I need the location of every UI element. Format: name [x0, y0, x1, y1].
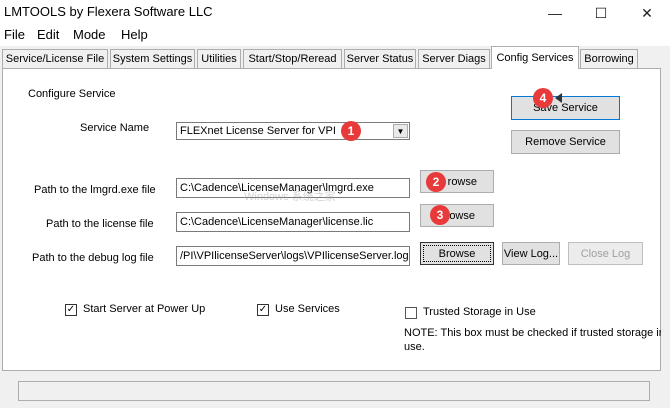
save-service-button[interactable]: Save Service: [511, 96, 620, 120]
start-at-powerup-checkbox[interactable]: ✓: [65, 304, 77, 316]
menu-file[interactable]: File: [4, 27, 25, 42]
lmgrd-path-label: Path to the lmgrd.exe file: [34, 184, 156, 196]
annotation-badge-3: 3: [430, 205, 450, 225]
annotation-badge-2: 2: [426, 172, 446, 192]
menu-help[interactable]: Help: [121, 27, 148, 42]
watermark-text: Windows 系统之家: [244, 191, 336, 203]
note-text-line2: use.: [404, 341, 425, 353]
close-log-button[interactable]: Close Log: [568, 242, 643, 265]
tab-server-status[interactable]: Server Status: [344, 49, 416, 68]
license-path-field[interactable]: C:\Cadence\LicenseManager\license.lic: [176, 212, 410, 232]
tab-config-services[interactable]: Config Services: [491, 46, 579, 69]
close-icon[interactable]: ✕: [624, 0, 670, 26]
tab-server-diags[interactable]: Server Diags: [418, 49, 490, 68]
license-path-label: Path to the license file: [46, 218, 154, 230]
chevron-down-icon[interactable]: ▼: [393, 124, 408, 138]
annotation-badge-4: 4: [533, 88, 553, 108]
use-services-checkbox[interactable]: ✓: [257, 304, 269, 316]
trusted-storage-label: Trusted Storage in Use: [423, 306, 536, 318]
trusted-storage-checkbox[interactable]: [405, 307, 417, 319]
tab-borrowing[interactable]: Borrowing: [580, 49, 638, 68]
start-at-powerup-label: Start Server at Power Up: [83, 303, 206, 315]
tab-system-settings[interactable]: System Settings: [110, 49, 195, 68]
service-name-combobox[interactable]: FLEXnet License Server for VPI ▼: [176, 122, 410, 140]
pointer-arrow-icon: [555, 93, 562, 103]
maximize-icon[interactable]: ☐: [578, 0, 624, 26]
title-bar: LMTOOLS by Flexera Software LLC — ☐ ✕: [0, 0, 670, 26]
remove-service-button[interactable]: Remove Service: [511, 130, 620, 154]
debug-log-path-field[interactable]: /PI\VPIlicenseServer\logs\VPIlicenseServ…: [176, 246, 410, 266]
config-services-panel: Configure Service Service Name FLEXnet L…: [2, 68, 665, 371]
menu-edit[interactable]: Edit: [37, 27, 59, 42]
annotation-badge-1: 1: [341, 121, 361, 141]
service-name-value: FLEXnet License Server for VPI: [180, 125, 336, 137]
configure-service-heading: Configure Service: [28, 88, 116, 100]
service-name-label: Service Name: [80, 122, 150, 134]
menu-bar: File Edit Mode Help: [0, 26, 670, 46]
tab-service-license-file[interactable]: Service/License File: [2, 49, 108, 68]
minimize-icon[interactable]: —: [532, 0, 578, 26]
use-services-label: Use Services: [275, 303, 340, 315]
debug-log-browse-button[interactable]: Browse: [420, 242, 494, 265]
status-bar: [18, 381, 650, 401]
tab-utilities[interactable]: Utilities: [197, 49, 241, 68]
vertical-scrollbar[interactable]: [661, 68, 670, 371]
tab-start-stop-reread[interactable]: Start/Stop/Reread: [243, 49, 342, 68]
note-text-line1: NOTE: This box must be checked if truste…: [404, 327, 665, 339]
window-title: LMTOOLS by Flexera Software LLC: [4, 4, 213, 19]
view-log-button[interactable]: View Log...: [502, 242, 560, 265]
debug-log-path-label: Path to the debug log file: [32, 252, 154, 264]
menu-mode[interactable]: Mode: [73, 27, 106, 42]
tab-strip: Service/License File System Settings Uti…: [0, 46, 670, 69]
